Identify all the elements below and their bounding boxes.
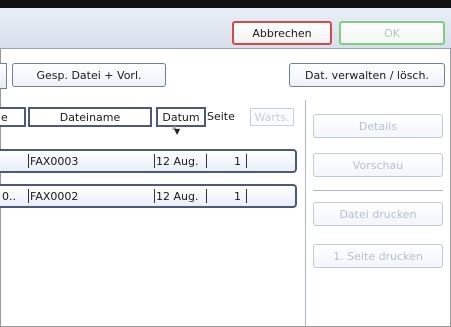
details-button[interactable]: Details xyxy=(313,114,443,138)
preview-button-label: Vorschau xyxy=(352,158,404,172)
row-filename: FAX0002 xyxy=(30,190,79,203)
side-divider xyxy=(313,190,443,191)
sort-down-icon: ▼ xyxy=(174,127,181,136)
row-pages: 1 xyxy=(234,155,241,168)
row-column-separator xyxy=(154,154,155,168)
table-row[interactable]: FAX0003 12 Aug. 1 xyxy=(0,149,297,173)
column-header-waiting: Warts. xyxy=(250,108,294,126)
column-header-filename-label: Dateiname xyxy=(59,110,121,124)
print-first-page-button[interactable]: 1. Seite drucken xyxy=(313,244,443,268)
row-filename: FAX0003 xyxy=(30,155,79,168)
row-pages: 1 xyxy=(234,190,241,203)
row-column-separator xyxy=(206,154,207,168)
top-strip xyxy=(0,0,451,8)
row-column-separator xyxy=(246,154,247,168)
row-date: 12 Aug. xyxy=(156,155,199,168)
cancel-button-label: Abbrechen xyxy=(252,26,312,40)
column-header-waiting-label: Warts. xyxy=(254,110,290,124)
print-file-button[interactable]: Datei drucken xyxy=(313,202,443,226)
column-header-number-label: e xyxy=(1,110,8,124)
manage-delete-files-label: Dat. verwalten / lösch. xyxy=(305,68,429,82)
row-date: 12 Aug. xyxy=(156,190,199,203)
row-column-separator xyxy=(28,154,29,168)
saved-file-plus-template-button[interactable]: Gesp. Datei + Vorl. xyxy=(12,63,166,87)
row-column-separator xyxy=(206,189,207,203)
preview-button[interactable]: Vorschau xyxy=(313,153,443,177)
file-list xyxy=(0,100,297,327)
left-edge-tab[interactable] xyxy=(0,63,7,89)
saved-file-plus-template-label: Gesp. Datei + Vorl. xyxy=(36,68,142,82)
row-number: 0.. xyxy=(2,190,16,203)
column-header-number[interactable]: e xyxy=(0,107,26,127)
print-file-button-label: Datei drucken xyxy=(339,207,417,221)
row-column-separator xyxy=(246,189,247,203)
print-first-page-button-label: 1. Seite drucken xyxy=(333,249,423,263)
row-column-separator xyxy=(154,189,155,203)
row-column-separator xyxy=(28,189,29,203)
column-header-page: Seite xyxy=(207,110,235,123)
table-row[interactable]: 0.. FAX0002 12 Aug. 1 xyxy=(0,184,297,208)
column-header-date[interactable]: Datum xyxy=(156,107,206,127)
cancel-button[interactable]: Abbrechen xyxy=(232,21,332,45)
column-header-filename[interactable]: Dateiname xyxy=(28,107,152,127)
details-button-label: Details xyxy=(358,119,398,133)
ok-button-label: OK xyxy=(384,26,400,40)
manage-delete-files-button[interactable]: Dat. verwalten / lösch. xyxy=(289,63,445,87)
column-header-date-label: Datum xyxy=(162,110,200,124)
ok-button[interactable]: OK xyxy=(339,21,445,45)
